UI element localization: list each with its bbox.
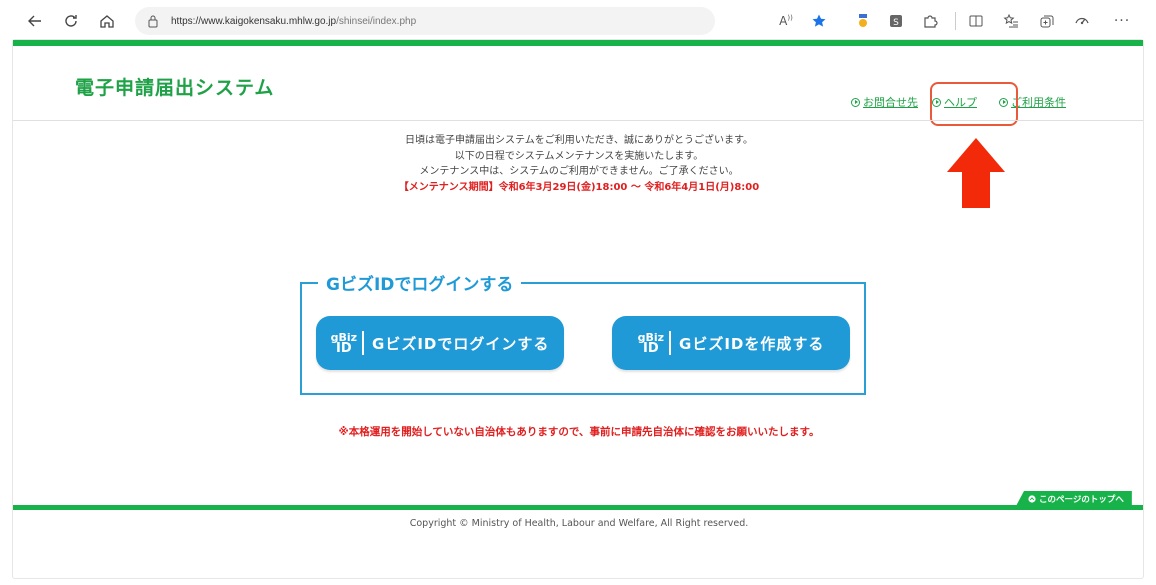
extension-medal-icon[interactable] bbox=[853, 11, 873, 31]
split-screen-icon[interactable] bbox=[966, 11, 986, 31]
notice-line-2: 以下の日程でシステムメンテナンスを実施いたします。 bbox=[454, 150, 704, 162]
gbiz-login-button[interactable]: gBiz ID GビズIDでログインする bbox=[316, 316, 564, 370]
refresh-icon[interactable] bbox=[60, 10, 82, 32]
svg-text:S: S bbox=[893, 18, 899, 28]
gbiz-logo-bottom: ID bbox=[335, 341, 352, 356]
contact-link-label: お問合せ先 bbox=[863, 96, 918, 109]
footer-green-bar bbox=[13, 505, 1143, 510]
notice-line-3: メンテナンス中は、システムのご利用ができません。ご了承ください。 bbox=[419, 166, 739, 177]
favorites-list-icon[interactable] bbox=[1001, 11, 1021, 31]
collections-icon[interactable] bbox=[1037, 11, 1057, 31]
page-top-link[interactable]: このページのトップへ bbox=[1016, 491, 1132, 506]
url-text: https://www.kaigokensaku.mhlw.go.jp/shin… bbox=[171, 16, 416, 27]
login-panel-title: GビズIDでログインする bbox=[318, 270, 522, 295]
municipality-warning: ※本格運用を開始していない自治体もありますので、事前に申請先自治体に確認をお願い… bbox=[338, 426, 820, 438]
up-circle-icon bbox=[1028, 494, 1036, 503]
maintenance-period: 【メンテナンス期間】令和6年3月29日(金)18:00 ～ 令和6年4月1日(月… bbox=[398, 181, 760, 193]
notice-line-1: 日頃は電子申請届出システムをご利用いただき、誠にありがとうございます。 bbox=[405, 135, 753, 146]
url-domain: https://www.kaigokensaku.mhlw.go.jp bbox=[171, 15, 337, 27]
toolbar-divider bbox=[955, 12, 956, 30]
gbiz-login-panel: GビズIDでログインする gBiz ID GビズIDでログインする gBiz ID … bbox=[300, 270, 866, 395]
copyright: Copyright © Ministry of Health, Labour a… bbox=[409, 518, 749, 529]
favorite-star-icon[interactable] bbox=[809, 11, 829, 31]
contact-link[interactable]: お問合せ先 bbox=[851, 94, 918, 110]
header-divider bbox=[13, 120, 1143, 121]
gbiz-logo-icon: gBiz ID bbox=[331, 331, 365, 356]
arrow-circle-icon bbox=[851, 97, 860, 107]
gbiz-create-label: GビズIDを作成する bbox=[679, 334, 825, 353]
address-bar[interactable]: https://www.kaigokensaku.mhlw.go.jp/shin… bbox=[135, 7, 715, 35]
back-arrow-icon[interactable] bbox=[24, 10, 46, 32]
gbiz-logo-bottom: ID bbox=[642, 341, 659, 356]
lock-icon[interactable] bbox=[147, 14, 161, 28]
extensions-puzzle-icon[interactable] bbox=[920, 11, 940, 31]
site-title[interactable]: 電子申請届出システム bbox=[75, 73, 274, 100]
url-path: /shinsei/index.php bbox=[336, 15, 417, 27]
page-top-label: このページのトップへ bbox=[1039, 494, 1124, 505]
more-icon[interactable]: ··· bbox=[1112, 11, 1132, 31]
gbiz-login-label: GビズIDでログインする bbox=[372, 334, 550, 353]
browser-toolbar: https://www.kaigokensaku.mhlw.go.jp/shin… bbox=[0, 0, 1156, 42]
gbiz-logo-icon: gBiz ID bbox=[638, 331, 672, 356]
performance-icon[interactable] bbox=[1072, 11, 1092, 31]
gbiz-create-button[interactable]: gBiz ID GビズIDを作成する bbox=[612, 316, 850, 370]
maintenance-notice: 日頃は電子申請届出システムをご利用いただき、誠にありがとうございます。 以下の日… bbox=[13, 133, 1145, 195]
page-frame: 電子申請届出システム お問合せ先 ヘルプ ご利用条件 日頃は電子申請届出システム… bbox=[12, 39, 1144, 579]
top-green-bar bbox=[13, 40, 1143, 46]
terms-link-label: ご利用条件 bbox=[1011, 96, 1066, 109]
read-aloud-icon[interactable]: A)) bbox=[776, 11, 796, 31]
home-icon[interactable] bbox=[96, 10, 118, 32]
extension-s-icon[interactable]: S bbox=[886, 11, 906, 31]
